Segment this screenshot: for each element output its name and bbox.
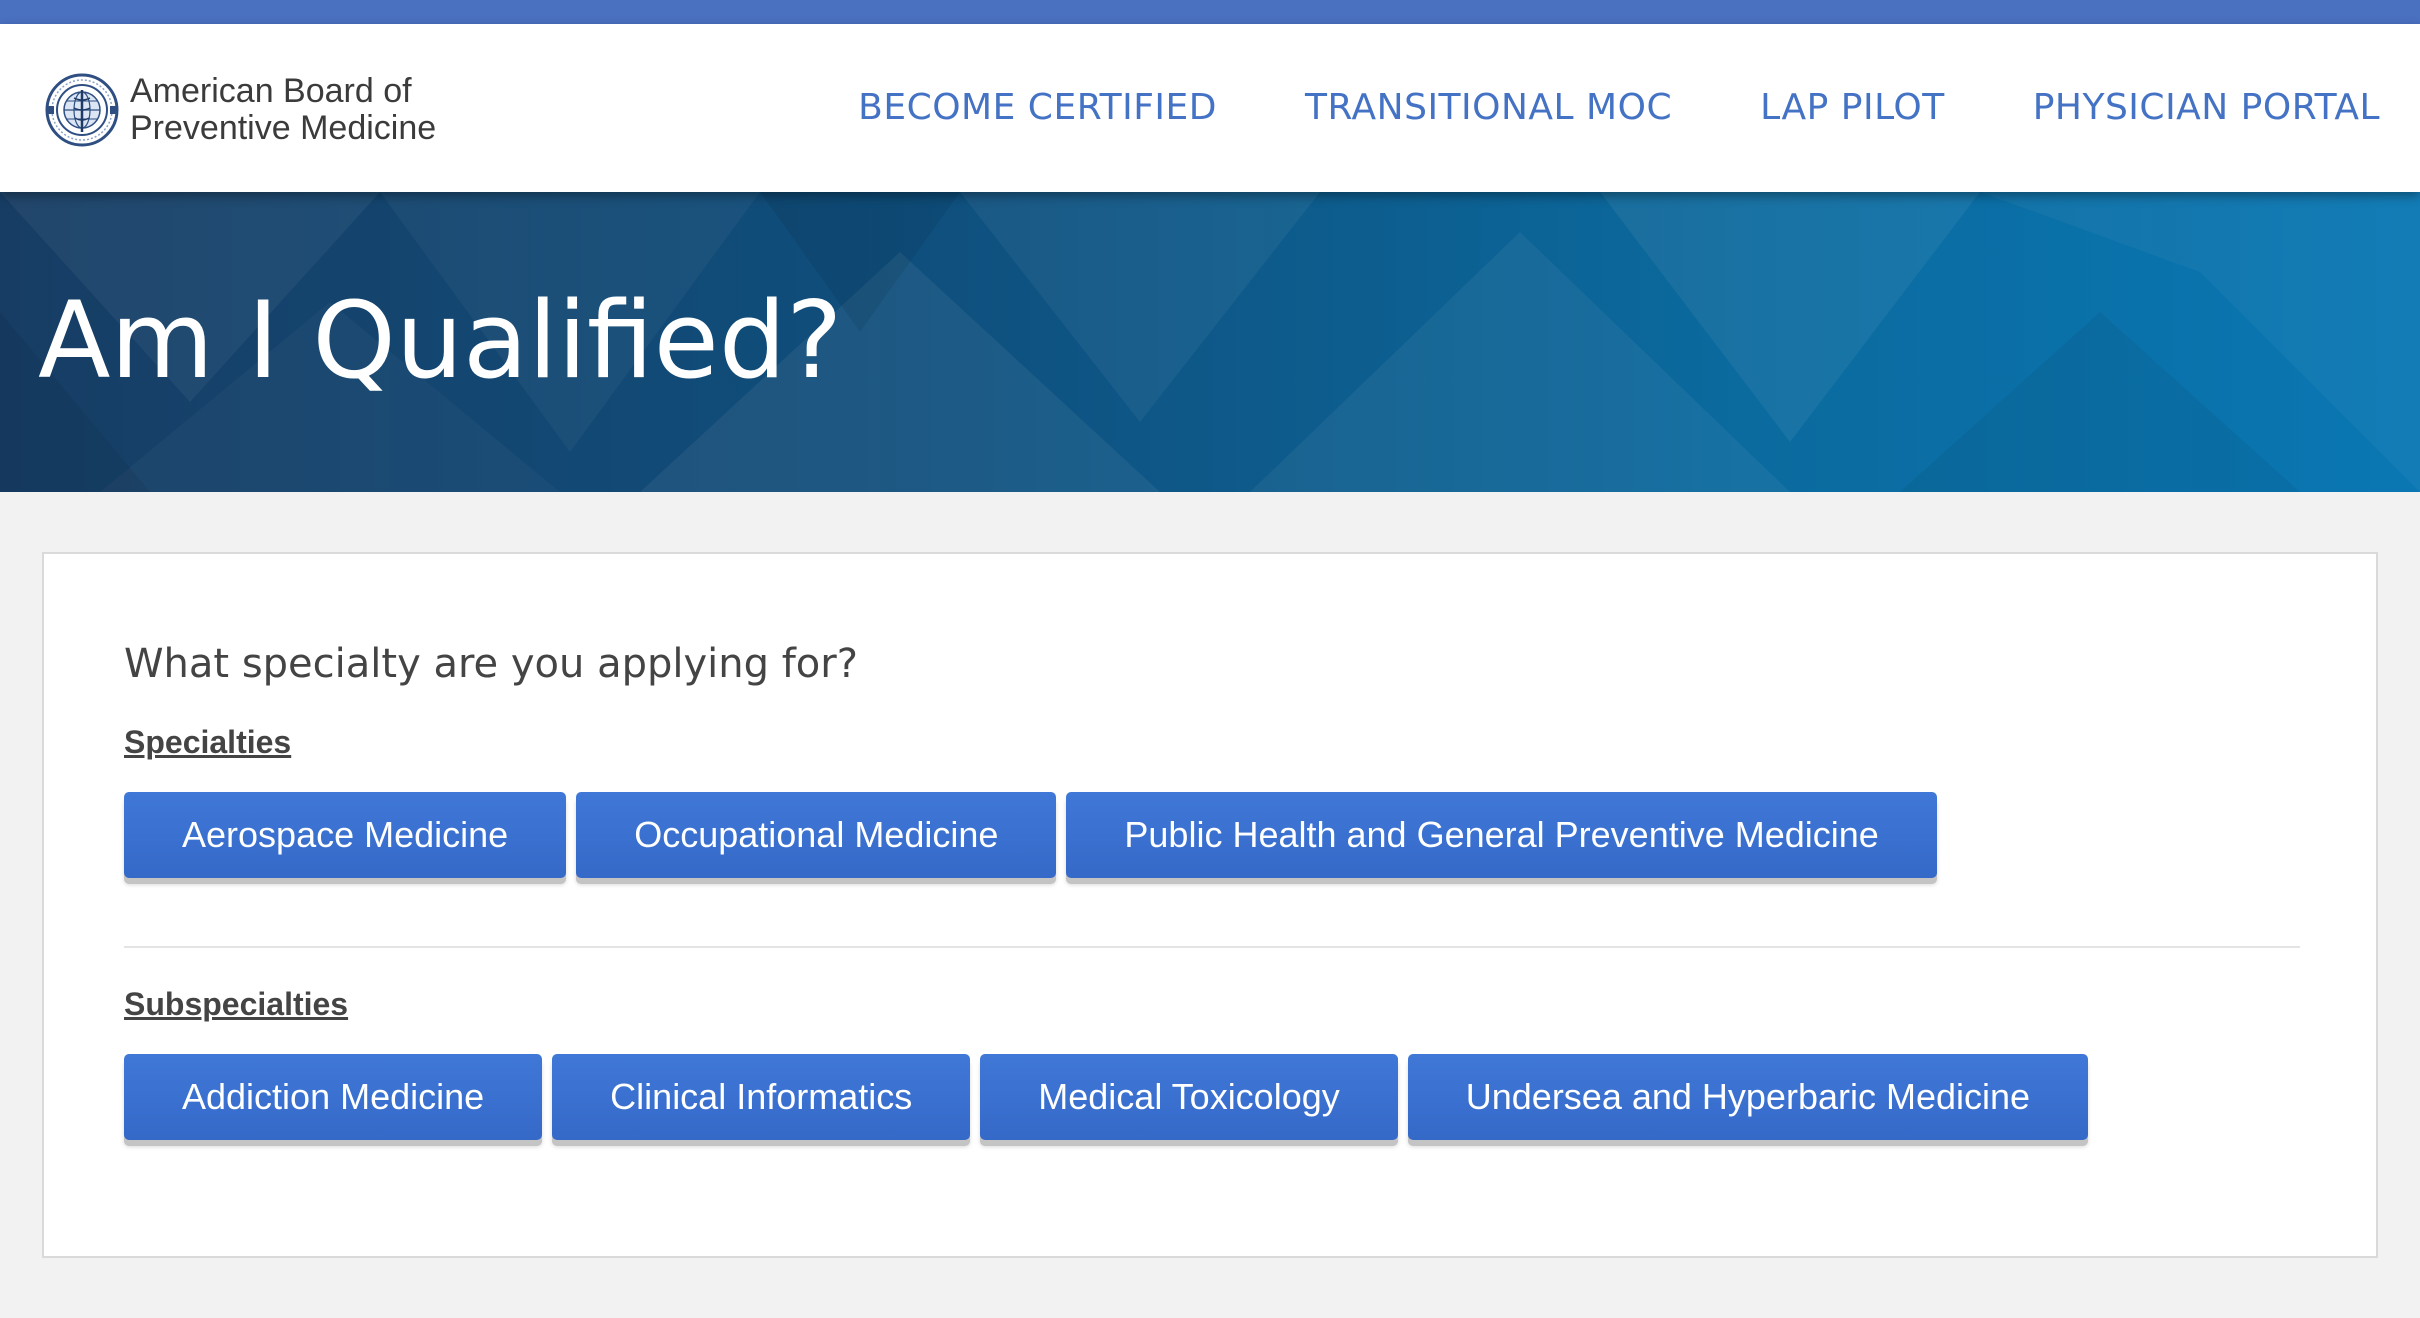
nav-lap-pilot[interactable]: LAP PILOT [1760, 78, 1945, 138]
undersea-hyperbaric-medicine-button[interactable]: Undersea and Hyperbaric Medicine [1407, 1054, 2089, 1140]
subspecialties-heading: Subspecialties [124, 986, 349, 1022]
site-header: American Board of Preventive Medicine BE… [0, 24, 2420, 192]
page-title: Am I Qualified? [38, 279, 843, 402]
specialties-heading: Specialties [124, 724, 292, 760]
public-health-button[interactable]: Public Health and General Preventive Med… [1066, 792, 1937, 878]
subspecialties-button-row: Addiction Medicine Clinical Informatics … [124, 1054, 2089, 1140]
aerospace-medicine-button[interactable]: Aerospace Medicine [124, 792, 567, 878]
medical-toxicology-button[interactable]: Medical Toxicology [980, 1054, 1398, 1140]
nav-physician-portal[interactable]: PHYSICIAN PORTAL [2033, 78, 2380, 138]
specialties-button-row: Aerospace Medicine Occupational Medicine… [124, 792, 1937, 878]
section-divider [124, 946, 2300, 948]
brand-name-line2: Preventive Medicine [130, 109, 437, 147]
top-accent-bar [0, 0, 2420, 24]
abpm-seal-icon [45, 73, 119, 147]
main-nav: BECOME CERTIFIED TRANSITIONAL MOC LAP PI… [858, 78, 2380, 138]
hero-banner: Am I Qualified? [0, 192, 2420, 492]
specialty-question: What specialty are you applying for? [124, 641, 858, 687]
nav-become-certified[interactable]: BECOME CERTIFIED [858, 78, 1217, 138]
brand-name: American Board of Preventive Medicine [130, 73, 436, 147]
clinical-informatics-button[interactable]: Clinical Informatics [552, 1054, 971, 1140]
home-logo-link[interactable]: American Board of Preventive Medicine [44, 70, 436, 150]
specialty-panel: What specialty are you applying for? Spe… [42, 552, 2378, 1258]
addiction-medicine-button[interactable]: Addiction Medicine [124, 1054, 543, 1140]
nav-transitional-moc[interactable]: TRANSITIONAL MOC [1305, 78, 1672, 138]
occupational-medicine-button[interactable]: Occupational Medicine [576, 792, 1057, 878]
brand-name-line1: American Board of [130, 72, 412, 110]
